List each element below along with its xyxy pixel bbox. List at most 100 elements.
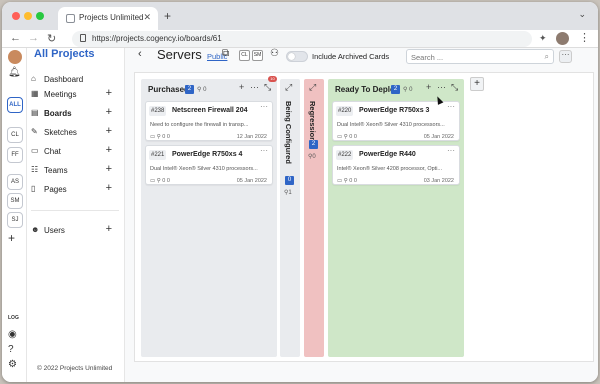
profile-avatar[interactable]	[556, 32, 569, 45]
sidebar-item-dashboard[interactable]: ⌂ Dashboard	[30, 72, 122, 87]
user-avatar[interactable]	[8, 50, 22, 64]
card-number: #238	[149, 106, 167, 116]
copy-icon[interactable]: ⧉	[222, 48, 229, 59]
forward-nav-icon[interactable]: →	[28, 32, 39, 44]
search-input[interactable]: Search ... ⌕	[406, 49, 554, 64]
card-count-badge: 2	[185, 85, 194, 94]
board-more-button[interactable]: ···	[559, 50, 572, 63]
column-purchased: Purchased 2 ⚲ 0 + ··· ⤡ 10 #238 Netscree…	[141, 76, 277, 357]
link-count-value: 0	[203, 87, 207, 93]
add-member-icon[interactable]: ⚇	[270, 48, 279, 59]
member-badge-cl[interactable]: CL	[239, 50, 250, 61]
add-sketch-button[interactable]: +	[106, 125, 112, 137]
column-regressions[interactable]: ⤢ Regressions 2 ⚲0	[304, 79, 324, 357]
column-being-configured[interactable]: ⤢ Being Configured 0 ⚲1	[280, 79, 300, 357]
search-icon: ⌕	[544, 52, 549, 61]
card[interactable]: #221 PowerEdge R750xs 4 ··· Dual Intel® …	[145, 145, 273, 185]
card-date: 03 Jan 2022	[423, 178, 454, 184]
board-main: ‹ Servers Public ⧉ CL SM ⚇ Include Archi…	[125, 47, 598, 382]
sidebar-item-teams[interactable]: ☷ Teams +	[30, 163, 122, 178]
add-team-button[interactable]: +	[106, 163, 112, 175]
log-icon[interactable]: LOG	[8, 315, 19, 321]
card-title: Netscreen Firewall 204	[172, 107, 248, 114]
rail-item-all[interactable]: ALL	[7, 97, 23, 113]
close-window-button[interactable]	[12, 12, 20, 20]
back-nav-icon[interactable]: ←	[10, 32, 21, 44]
add-user-button[interactable]: +	[106, 223, 112, 235]
card-date: 05 Jan 2022	[236, 178, 267, 184]
add-chat-button[interactable]: +	[106, 144, 112, 156]
add-workspace-icon[interactable]: +	[8, 231, 15, 245]
expand-column-icon[interactable]: ⤢	[309, 82, 316, 93]
add-card-button[interactable]: +	[426, 82, 431, 92]
collapse-column-icon[interactable]: ⤡	[451, 82, 458, 93]
collapse-column-icon[interactable]: ⤡	[264, 82, 271, 93]
card-description: Intel® Xeon® Silver 4208 processor, Opti…	[337, 166, 443, 172]
close-tab-icon[interactable]: ✕	[143, 12, 151, 23]
card[interactable]: #238 Netscreen Firewall 204 ··· Need to …	[145, 101, 273, 141]
minimize-window-button[interactable]	[24, 12, 32, 20]
github-icon[interactable]: ◉	[8, 329, 17, 340]
link-count-value: 0	[409, 87, 413, 93]
help-icon[interactable]: ?	[8, 344, 14, 355]
sidebar-item-chat[interactable]: ▭ Chat +	[30, 144, 122, 159]
card[interactable]: #222 PowerEdge R440 ··· Intel® Xeon® Sil…	[332, 145, 460, 185]
reload-icon[interactable]: ↻	[47, 32, 56, 45]
column-menu-button[interactable]: ···	[437, 82, 446, 92]
sidebar-item-pages[interactable]: ▯ Pages +	[30, 182, 122, 197]
card-title: PowerEdge R750xs 3	[359, 107, 430, 114]
tab-search-icon[interactable]: ⌄	[578, 9, 586, 20]
add-board-button[interactable]: +	[106, 106, 112, 118]
sidebar-item-label: Users	[44, 226, 65, 235]
card-count-badge: 0	[285, 176, 294, 185]
card-menu-icon[interactable]: ···	[260, 146, 268, 155]
rail-item-sm[interactable]: SM	[7, 193, 23, 209]
sketch-icon: ✎	[31, 127, 38, 136]
card-meta-value: 0 0	[162, 134, 170, 140]
archived-toggle[interactable]	[286, 51, 308, 62]
sidebar-item-label: Pages	[44, 185, 67, 194]
browser-tab[interactable]: Projects Unlimited ✕	[58, 7, 158, 30]
expand-column-icon[interactable]: ⤢	[285, 82, 292, 93]
extension-icon[interactable]: ✦	[539, 33, 547, 44]
new-tab-button[interactable]: +	[164, 9, 171, 23]
browser-menu-icon[interactable]: ⋮	[579, 31, 590, 44]
sidebar-item-users[interactable]: ☻ Users +	[30, 223, 122, 238]
users-icon: ☻	[31, 225, 40, 234]
toggle-knob	[288, 53, 295, 60]
card[interactable]: #220 PowerEdge R750xs 3 ··· Dual Intel® …	[332, 101, 460, 141]
sidebar-title[interactable]: All Projects	[34, 48, 95, 60]
card-description: Need to configure the firewall in transp…	[150, 122, 249, 128]
card-menu-icon[interactable]: ···	[447, 146, 455, 155]
card-number: #221	[149, 150, 167, 160]
column-menu-button[interactable]: ···	[250, 82, 259, 92]
card-count-badge: 2	[391, 85, 400, 94]
add-card-button[interactable]: +	[239, 82, 244, 92]
add-meeting-button[interactable]: +	[106, 87, 112, 99]
card-meta-value: 0 0	[349, 178, 357, 184]
rail-item-ff[interactable]: FF	[7, 147, 23, 163]
sidebar-divider	[31, 210, 119, 211]
sidebar-item-label: Chat	[44, 147, 61, 156]
back-arrow-icon[interactable]: ‹	[138, 48, 142, 60]
add-column-button[interactable]: +	[470, 77, 484, 91]
favicon-icon	[66, 14, 75, 23]
url-field[interactable]: https://projects.cogency.io/boards/61	[72, 31, 532, 47]
sidebar-item-meetings[interactable]: ▦ Meetings +	[30, 87, 122, 102]
lock-icon	[80, 34, 86, 42]
maximize-window-button[interactable]	[36, 12, 44, 20]
rail-item-sj[interactable]: SJ	[7, 212, 23, 228]
card-date: 12 Jan 2022	[236, 134, 267, 140]
member-badge-sm[interactable]: SM	[252, 50, 263, 61]
bell-icon[interactable]: 🔔︎	[8, 67, 21, 78]
rail-item-as[interactable]: AS	[7, 174, 23, 190]
card-menu-icon[interactable]: ···	[260, 102, 268, 111]
rail-item-cl[interactable]: CL	[7, 127, 23, 143]
add-page-button[interactable]: +	[106, 182, 112, 194]
column-title: Being Configured	[284, 101, 293, 164]
sidebar-item-sketches[interactable]: ✎ Sketches +	[30, 125, 122, 140]
settings-icon[interactable]: ⚙	[8, 359, 17, 370]
card-menu-icon[interactable]: ···	[447, 102, 455, 111]
sidebar-item-boards[interactable]: ▤ Boards +	[30, 106, 122, 121]
card-description: Dual Intel® Xeon® Silver 4310 processors…	[150, 166, 258, 172]
